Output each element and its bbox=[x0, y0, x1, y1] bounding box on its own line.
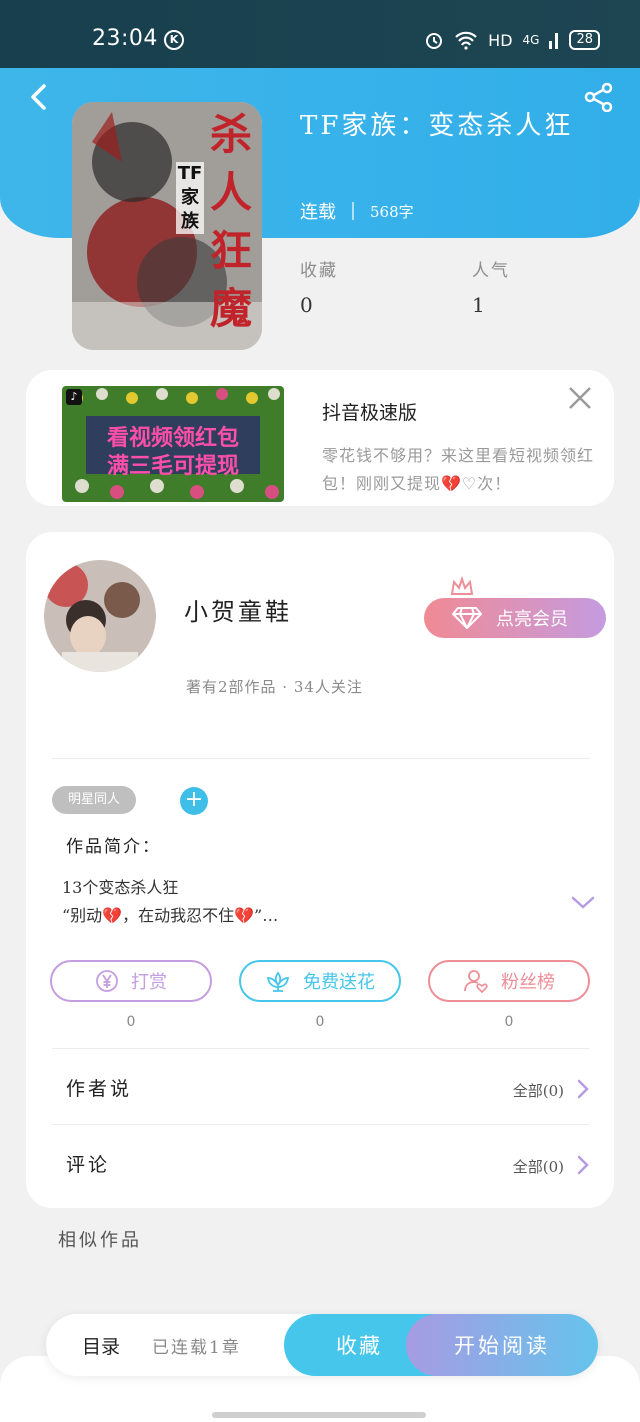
back-arrow-icon[interactable] bbox=[24, 82, 54, 112]
author-info-card: 小贺童鞋 点亮会员 著有2部作品 · 34人关注 明星同人 + 作品简介： 13… bbox=[26, 532, 614, 1208]
author-says-row[interactable]: 作者说 全部(0) bbox=[66, 1068, 590, 1108]
close-icon[interactable] bbox=[566, 384, 594, 412]
battery-indicator: 28 bbox=[569, 30, 600, 50]
reward-action: 打赏 0 bbox=[50, 960, 212, 1030]
network-label: HD bbox=[488, 30, 513, 50]
action-buttons: 打赏 0 免费送花 0 粉丝榜 0 bbox=[50, 960, 590, 1030]
divider bbox=[52, 758, 590, 759]
fans-action: 粉丝榜 0 bbox=[428, 960, 590, 1030]
crown-icon bbox=[450, 576, 474, 595]
author-name[interactable]: 小贺童鞋 bbox=[184, 592, 292, 627]
avatar-image bbox=[44, 560, 156, 672]
ad-description: 零花钱不够用？来这里看短视频领红包！刚刚又提现💔♡次！ bbox=[322, 446, 595, 493]
chevron-down-icon[interactable] bbox=[570, 892, 596, 912]
home-indicator[interactable] bbox=[212, 1412, 426, 1418]
similar-works-heading: 相似作品 bbox=[58, 1230, 142, 1251]
add-tag-button[interactable]: + bbox=[180, 787, 208, 815]
divider bbox=[52, 1048, 590, 1049]
signal-type: 4G bbox=[522, 33, 540, 47]
start-reading-label: 开始阅读 bbox=[454, 1334, 550, 1358]
toc-button[interactable]: 目录 已连载1章 bbox=[82, 1332, 241, 1359]
serial-status: 连载 bbox=[300, 202, 336, 223]
tiktok-logo-icon: ♪ bbox=[66, 389, 82, 405]
book-meta: 连载 568字 bbox=[300, 198, 414, 224]
wifi-icon bbox=[455, 31, 477, 50]
flower-count: 0 bbox=[315, 1014, 325, 1030]
ad-thumb-line2: 满三毛可提现 bbox=[106, 454, 239, 479]
user-heart-icon bbox=[464, 970, 488, 994]
vip-button[interactable]: 点亮会员 bbox=[424, 598, 606, 638]
fans-ranking-button[interactable]: 粉丝榜 bbox=[428, 960, 590, 1002]
popularity-label: 人气 bbox=[472, 261, 510, 281]
intro-text: 13个变态杀人狂 “别动💔，在动我忍不住💔”… bbox=[62, 874, 542, 930]
meta-divider bbox=[352, 202, 354, 220]
popularity-value: 1 bbox=[472, 293, 485, 317]
author-meta: 著有2部作品 · 34人关注 bbox=[186, 678, 363, 696]
ad-card[interactable]: 看视频领红包 满三毛可提现 ♪ 抖音极速版 零花钱不够用？来这里看短视频领红包！… bbox=[26, 370, 614, 506]
intro-line-1: 13个变态杀人狂 bbox=[62, 878, 179, 897]
flower-icon bbox=[266, 971, 290, 992]
status-bar: 23:04 K HD 4G 28 bbox=[0, 0, 640, 68]
toc-label: 目录 bbox=[82, 1336, 121, 1358]
author-says-count: 全部(0) bbox=[512, 1082, 564, 1100]
send-flower-button[interactable]: 免费送花 bbox=[239, 960, 401, 1002]
ad-title[interactable]: 抖音极速版 bbox=[322, 398, 417, 425]
comments-count: 全部(0) bbox=[512, 1158, 564, 1176]
comments-label: 评论 bbox=[66, 1154, 111, 1176]
alarm-icon bbox=[426, 33, 443, 49]
yen-coin-icon bbox=[96, 970, 118, 992]
cover-title-text: 杀人狂魔 bbox=[209, 110, 252, 333]
flower-label: 免费送花 bbox=[303, 972, 375, 993]
reward-button[interactable]: 打赏 bbox=[50, 960, 212, 1002]
divider bbox=[52, 1124, 590, 1125]
status-time: 23:04 bbox=[92, 26, 158, 51]
chevron-right-icon bbox=[577, 1155, 589, 1175]
intro-line-2: “别动💔，在动我忍不住💔”… bbox=[62, 906, 279, 925]
fans-count: 0 bbox=[504, 1014, 514, 1030]
flower-action: 免费送花 0 bbox=[239, 960, 401, 1030]
tag-chip[interactable]: 明星同人 bbox=[52, 786, 137, 814]
favorites-stat: 收藏 0 bbox=[300, 256, 338, 317]
favorite-button-label: 收藏 bbox=[336, 1334, 382, 1358]
status-icons: HD 4G 28 bbox=[424, 30, 600, 50]
fans-label: 粉丝榜 bbox=[501, 972, 555, 993]
reward-count: 0 bbox=[126, 1014, 136, 1030]
intro-heading: 作品简介： bbox=[66, 837, 161, 857]
popularity-stat: 人气 1 bbox=[472, 256, 510, 317]
bottom-action-bar: 目录 已连载1章 收藏 开始阅读 bbox=[46, 1314, 598, 1376]
start-reading-button[interactable]: 开始阅读 bbox=[406, 1314, 598, 1376]
book-title: TF家族：变态杀人狂 bbox=[300, 111, 574, 141]
author-says-label: 作者说 bbox=[66, 1078, 133, 1100]
author-avatar[interactable] bbox=[44, 560, 156, 672]
word-count: 568字 bbox=[370, 202, 414, 221]
k-app-icon: K bbox=[164, 30, 184, 50]
favorites-label: 收藏 bbox=[300, 261, 338, 281]
signal-icon bbox=[549, 33, 559, 49]
favorites-value: 0 bbox=[300, 293, 313, 317]
vip-button-label: 点亮会员 bbox=[496, 609, 568, 630]
book-cover[interactable]: 杀人狂魔 TF家族 bbox=[72, 102, 262, 350]
diamond-icon bbox=[452, 607, 482, 629]
chevron-right-icon bbox=[577, 1079, 589, 1099]
comments-row[interactable]: 评论 全部(0) bbox=[66, 1144, 590, 1184]
ad-thumbnail[interactable]: 看视频领红包 满三毛可提现 ♪ bbox=[62, 386, 284, 502]
cover-badge-text: TF家族 bbox=[176, 162, 204, 234]
reward-label: 打赏 bbox=[131, 972, 167, 993]
chapter-status: 已连载1章 bbox=[152, 1338, 241, 1358]
